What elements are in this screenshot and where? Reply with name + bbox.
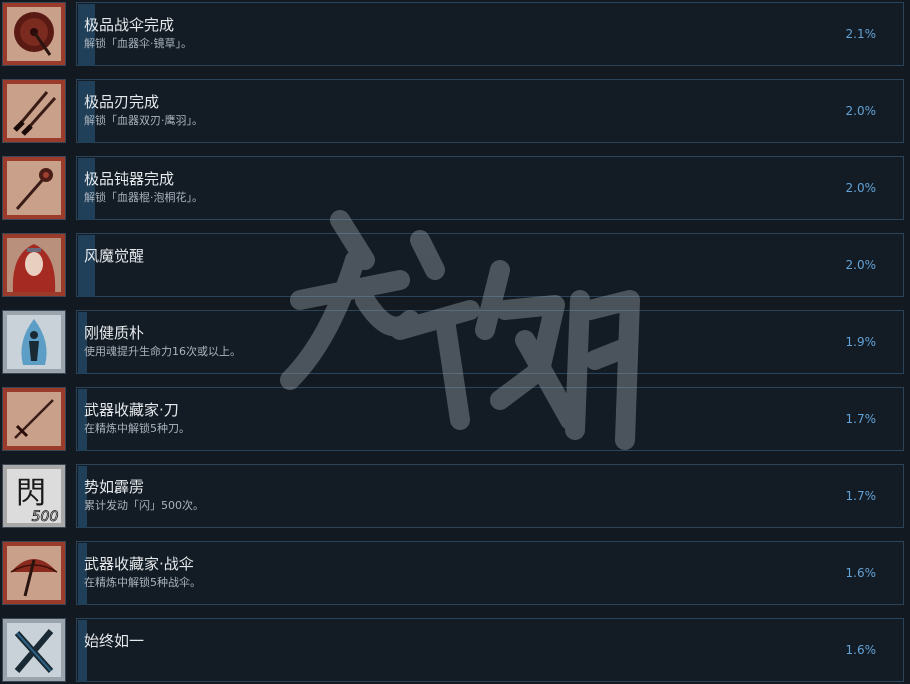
achievement-panel: 武器收藏家·刀 在精炼中解锁5种刀。 1.7% bbox=[76, 387, 904, 451]
svg-text:500: 500 bbox=[32, 509, 59, 525]
achievement-row[interactable]: 刚健质朴 使用魂提升生命力16次或以上。 1.9% bbox=[0, 310, 910, 376]
unlock-percent: 1.7% bbox=[845, 412, 877, 426]
achievement-row[interactable]: 武器收藏家·战伞 在精炼中解锁5种战伞。 1.6% bbox=[0, 541, 910, 607]
achievement-panel: 武器收藏家·战伞 在精炼中解锁5种战伞。 1.6% bbox=[76, 541, 904, 605]
achievement-title: 极品钝器完成 bbox=[84, 170, 175, 188]
achievement-title: 刚健质朴 bbox=[84, 324, 145, 342]
progress-bar bbox=[78, 4, 95, 66]
unlock-percent: 2.0% bbox=[845, 104, 877, 118]
achievement-panel: 始终如一 1.6% bbox=[76, 618, 904, 682]
achievement-title: 势如霹雳 bbox=[84, 478, 145, 496]
achievement-panel: 势如霹雳 累计发动「闪」500次。 1.7% bbox=[76, 464, 904, 528]
mace-icon bbox=[2, 156, 66, 220]
katana-icon bbox=[2, 387, 66, 451]
progress-bar bbox=[78, 235, 95, 297]
achievement-row[interactable]: 武器收藏家·刀 在精炼中解锁5种刀。 1.7% bbox=[0, 387, 910, 453]
achievement-row[interactable]: 极品刃完成 解锁「血器双刃·鹰羽」。 2.0% bbox=[0, 79, 910, 145]
unlock-percent: 2.1% bbox=[845, 27, 877, 41]
progress-bar bbox=[78, 81, 95, 143]
achievement-panel: 极品刃完成 解锁「血器双刃·鹰羽」。 2.0% bbox=[76, 79, 904, 143]
crossed-blades-icon bbox=[2, 618, 66, 682]
achievement-desc: 在精炼中解锁5种刀。 bbox=[84, 422, 190, 435]
unlock-percent: 1.6% bbox=[845, 566, 877, 580]
svg-text:閃: 閃 bbox=[16, 476, 46, 511]
twin-blades-icon bbox=[2, 79, 66, 143]
achievement-title: 极品刃完成 bbox=[84, 93, 160, 111]
achievement-desc: 累计发动「闪」500次。 bbox=[84, 499, 204, 512]
achievement-row[interactable]: 閃 500 势如霹雳 累计发动「闪」500次。 1.7% bbox=[0, 464, 910, 530]
achievement-desc: 在精炼中解锁5种战伞。 bbox=[84, 576, 201, 589]
progress-bar bbox=[78, 312, 87, 374]
achievement-row[interactable]: 极品战伞完成 解锁「血器伞·镜草」。 2.1% bbox=[0, 2, 910, 68]
achievement-row[interactable]: 风魔觉醒 2.0% bbox=[0, 233, 910, 299]
unlock-percent: 1.7% bbox=[845, 489, 877, 503]
achievement-title: 极品战伞完成 bbox=[84, 16, 175, 34]
blue-flame-figure-icon bbox=[2, 310, 66, 374]
achievement-desc: 解锁「血器伞·镜草」。 bbox=[84, 37, 192, 50]
progress-bar bbox=[78, 389, 87, 451]
achievement-panel: 极品钝器完成 解锁「血器棍·泡桐花」。 2.0% bbox=[76, 156, 904, 220]
red-haired-figure-icon bbox=[2, 233, 66, 297]
unlock-percent: 2.0% bbox=[845, 181, 877, 195]
umbrella-collection-icon bbox=[2, 541, 66, 605]
unlock-percent: 1.6% bbox=[845, 643, 877, 657]
flash-kanji-icon: 閃 500 bbox=[2, 464, 66, 528]
achievement-desc: 解锁「血器棍·泡桐花」。 bbox=[84, 191, 203, 204]
achievement-title: 风魔觉醒 bbox=[84, 247, 145, 265]
achievement-row[interactable]: 极品钝器完成 解锁「血器棍·泡桐花」。 2.0% bbox=[0, 156, 910, 222]
achievement-panel: 极品战伞完成 解锁「血器伞·镜草」。 2.1% bbox=[76, 2, 904, 66]
progress-bar bbox=[78, 620, 87, 682]
unlock-percent: 1.9% bbox=[845, 335, 877, 349]
achievement-desc: 解锁「血器双刃·鹰羽」。 bbox=[84, 114, 203, 127]
crimson-umbrella-icon bbox=[2, 2, 66, 66]
achievement-desc: 使用魂提升生命力16次或以上。 bbox=[84, 345, 241, 358]
achievement-title: 始终如一 bbox=[84, 632, 145, 650]
unlock-percent: 2.0% bbox=[845, 258, 877, 272]
achievement-panel: 风魔觉醒 2.0% bbox=[76, 233, 904, 297]
achievement-title: 武器收藏家·战伞 bbox=[84, 555, 194, 573]
progress-bar bbox=[78, 543, 87, 605]
achievement-panel: 刚健质朴 使用魂提升生命力16次或以上。 1.9% bbox=[76, 310, 904, 374]
achievement-row[interactable]: 始终如一 1.6% bbox=[0, 618, 910, 684]
progress-bar bbox=[78, 158, 95, 220]
achievement-title: 武器收藏家·刀 bbox=[84, 401, 179, 419]
progress-bar bbox=[78, 466, 87, 528]
